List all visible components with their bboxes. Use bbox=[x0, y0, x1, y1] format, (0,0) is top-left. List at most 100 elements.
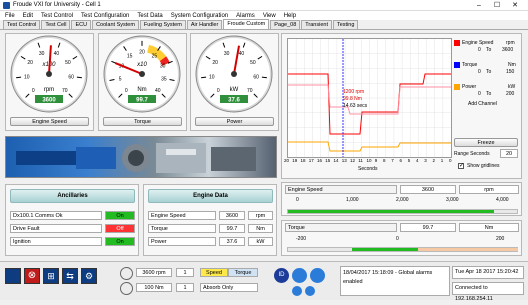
menu-view[interactable]: View bbox=[263, 13, 276, 19]
speed-setpoint-input[interactable]: 3600 rpm bbox=[136, 268, 172, 277]
absorb-dropdown[interactable]: Absorb Only bbox=[200, 283, 258, 292]
menu-test-data[interactable]: Test Data bbox=[137, 13, 162, 19]
gauge-tick-label: 30 bbox=[160, 63, 166, 69]
ancillary-label: Drive Fault bbox=[10, 224, 102, 233]
legend-torque[interactable]: Torque Nm 0 To 150 bbox=[454, 61, 518, 76]
gauge-hub bbox=[46, 71, 52, 77]
torque-bar-amber-zone bbox=[418, 248, 518, 251]
gauge-tick-label: 10 bbox=[209, 74, 215, 80]
log-icon[interactable] bbox=[305, 286, 315, 296]
engine-image bbox=[5, 136, 277, 178]
gauge-tick bbox=[261, 76, 267, 79]
torque-bar-unit: Nm bbox=[459, 223, 519, 232]
help-icon[interactable] bbox=[292, 286, 302, 296]
legend-name: Engine Speed bbox=[462, 40, 494, 46]
x-tick-label: 16 bbox=[317, 158, 323, 163]
maximize-button[interactable]: ☐ bbox=[490, 0, 504, 11]
message-box: 18/04/2017 15:18:09 - Global alarms enab… bbox=[340, 266, 450, 296]
gauge-tick-label: 20 bbox=[27, 60, 33, 66]
torque-bar-green-zone bbox=[352, 248, 418, 251]
close-button[interactable]: ✕ bbox=[508, 0, 522, 11]
gauge-tick-label: 5 bbox=[119, 76, 122, 82]
gauge-tick-label: 0 bbox=[217, 88, 220, 94]
menu-file[interactable]: File bbox=[5, 13, 15, 19]
bar-tick-label: -200 bbox=[296, 236, 307, 242]
power-gauge-button[interactable]: Power bbox=[195, 117, 274, 126]
legend-min: 0 bbox=[478, 91, 481, 97]
data-label: Engine Speed bbox=[148, 211, 216, 220]
torque-bar-label: Torque bbox=[285, 223, 397, 232]
gauge-tick-label: 50 bbox=[65, 60, 71, 66]
tab-page-08[interactable]: Page_08 bbox=[270, 20, 301, 29]
gauge-tick-label: 50 bbox=[250, 60, 256, 66]
add-channel-button[interactable]: Add Channel bbox=[468, 101, 497, 107]
status-globe-icon[interactable] bbox=[292, 268, 307, 283]
speed-bar-track bbox=[287, 209, 518, 214]
menu-system-configuration[interactable]: System Configuration bbox=[171, 13, 228, 19]
ancillary-status[interactable]: On bbox=[105, 237, 135, 246]
x-tick-label: 20 bbox=[284, 158, 290, 163]
tab-froude-custom[interactable]: Froude Custom bbox=[223, 19, 270, 29]
x-tick-label: 15 bbox=[325, 158, 331, 163]
x-tick-label: 18 bbox=[300, 158, 306, 163]
tab-ecu[interactable]: ECU bbox=[71, 20, 92, 29]
tab-air-handler[interactable]: Air Handler bbox=[186, 20, 223, 29]
tab-coolant-system[interactable]: Coolant System bbox=[92, 20, 139, 29]
bar-tick-label: 0 bbox=[296, 197, 299, 203]
tab-transient[interactable]: Transient bbox=[301, 20, 332, 29]
tab-fueling-system[interactable]: Fueling System bbox=[139, 20, 186, 29]
ancillary-status[interactable]: On bbox=[105, 211, 135, 220]
speed-bar-ticks: 0 1,000 2,000 3,000 4,000 bbox=[296, 197, 509, 205]
torque-setpoint-input[interactable]: 100 Nm bbox=[136, 283, 172, 292]
gauge-tick bbox=[16, 76, 22, 79]
tab-test-control[interactable]: Test Control bbox=[3, 20, 41, 29]
menu-help[interactable]: Help bbox=[284, 13, 296, 19]
gauge-tick-label: 35 bbox=[161, 76, 167, 82]
info-icon[interactable]: ID bbox=[274, 268, 289, 283]
freeze-button[interactable]: Freeze bbox=[454, 138, 518, 147]
menu-test-configuration[interactable]: Test Configuration bbox=[81, 13, 129, 19]
engine-speed-gauge-button[interactable]: Engine Speed bbox=[10, 117, 89, 126]
mode-speed-button[interactable]: Speed bbox=[200, 268, 228, 277]
settings-icon[interactable] bbox=[310, 268, 325, 283]
gauge-tick-label: 0 bbox=[125, 88, 128, 94]
stop-test-icon[interactable] bbox=[5, 268, 21, 284]
menu-edit[interactable]: Edit bbox=[23, 13, 33, 19]
start-icon[interactable]: ⊞ bbox=[43, 268, 59, 284]
emergency-stop-icon[interactable]: ⊗ bbox=[24, 268, 40, 284]
legend-swatch-torque bbox=[454, 62, 460, 68]
ancillaries-header: Ancillaries bbox=[10, 189, 135, 203]
bar-tick-label: 0 bbox=[396, 236, 399, 242]
bar-tick-label: 4,000 bbox=[496, 197, 509, 203]
legend-swatch-power bbox=[454, 84, 460, 90]
torque-gauge-button[interactable]: Torque bbox=[103, 117, 182, 126]
minimize-button[interactable]: – bbox=[472, 0, 486, 11]
torque-bar-panel: Torque 99.7 Nm -200 0 200 bbox=[281, 220, 522, 256]
ancillary-status[interactable]: Off bbox=[105, 224, 135, 233]
tab-test-cell[interactable]: Test Cell bbox=[41, 20, 71, 29]
tab-testing[interactable]: Testing bbox=[333, 20, 359, 29]
gauge-unit: Nm bbox=[137, 87, 146, 93]
torque-step-input[interactable]: 1 bbox=[176, 283, 194, 292]
speed-step-input[interactable]: 1 bbox=[176, 268, 194, 277]
gauge-tick-label: 30 bbox=[39, 51, 45, 57]
legend-min: 0 bbox=[478, 69, 481, 75]
legend-engine-speed[interactable]: Engine Speed rpm 0 To 3600 bbox=[454, 39, 518, 54]
menu-test-control[interactable]: Test Control bbox=[41, 13, 73, 19]
mode-torque-button[interactable]: Torque bbox=[228, 268, 258, 277]
dyno-icon[interactable]: ⇆ bbox=[62, 268, 78, 284]
bottom-toolbar: ⊗ ⊞ ⇆ ⚙ 3600 rpm 1 100 Nm 1 Speed Torque… bbox=[0, 261, 528, 302]
app-icon bbox=[3, 2, 10, 9]
engine-icon[interactable]: ⚙ bbox=[81, 268, 97, 284]
gridlines-checkbox[interactable]: ✓ bbox=[458, 163, 464, 169]
gauge-tick-label: 20 bbox=[212, 60, 218, 66]
data-label: Torque bbox=[148, 224, 216, 233]
speed-knob-icon bbox=[120, 267, 133, 280]
legend-power[interactable]: Power kW 0 To 200 bbox=[454, 83, 518, 98]
menu-alarms[interactable]: Alarms bbox=[236, 13, 255, 19]
legend-swatch-speed bbox=[454, 40, 460, 46]
range-seconds-input[interactable]: 20 bbox=[500, 149, 518, 158]
legend-to: To bbox=[486, 91, 492, 97]
gauge-tick-label: 60 bbox=[253, 74, 259, 80]
gauge-tick-label: 70 bbox=[62, 88, 68, 94]
